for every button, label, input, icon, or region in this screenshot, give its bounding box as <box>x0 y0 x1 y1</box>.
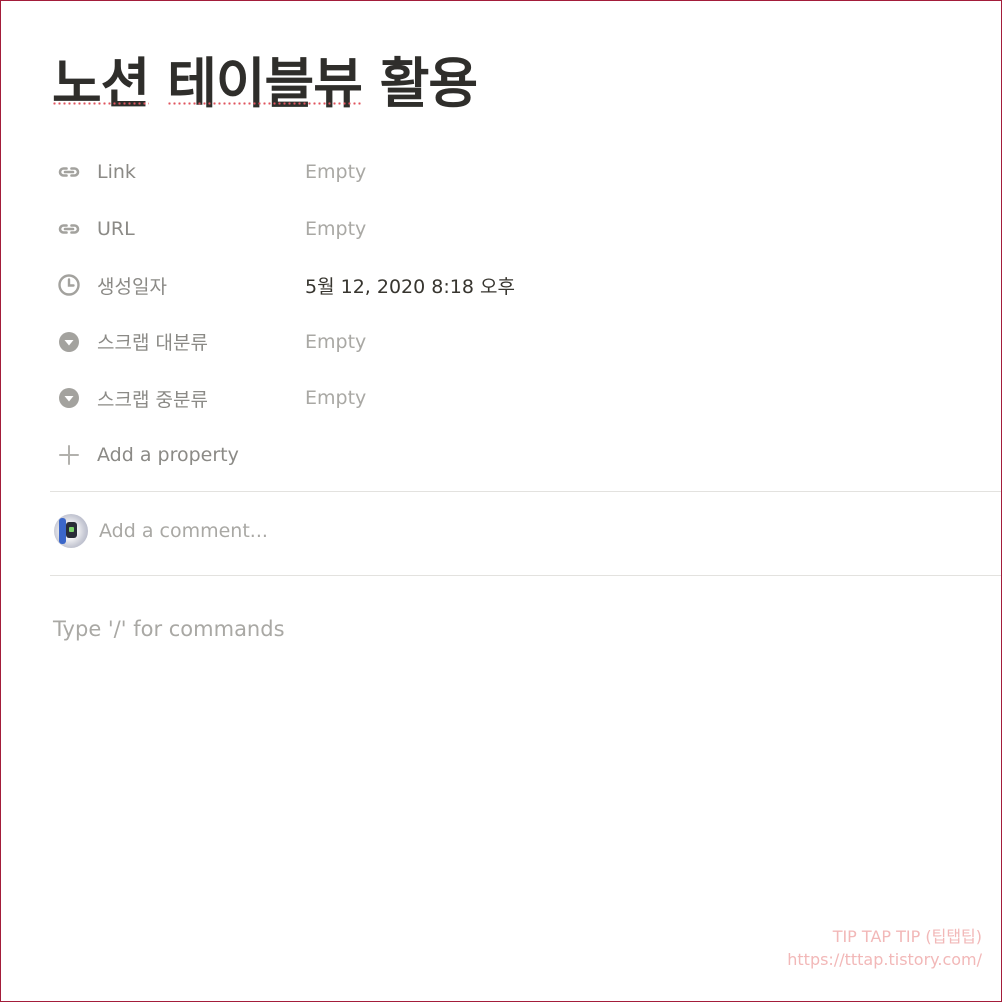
property-value[interactable]: Empty <box>305 161 366 183</box>
property-value[interactable]: Empty <box>305 218 366 240</box>
plus-icon <box>52 443 88 467</box>
comment-row[interactable]: Add a comment... <box>52 511 268 551</box>
link-icon <box>52 160 88 184</box>
editor-placeholder[interactable]: Type '/' for commands <box>53 617 285 641</box>
page-title[interactable]: 노션 테이블뷰 활용 <box>52 44 478 124</box>
add-property-label: Add a property <box>97 443 239 466</box>
comment-input[interactable]: Add a comment... <box>99 520 268 542</box>
add-property-button[interactable]: Add a property <box>52 427 992 483</box>
select-icon <box>52 330 88 354</box>
property-row-url[interactable]: URL Empty <box>52 201 992 258</box>
select-icon <box>52 386 88 410</box>
watermark-line: TIP TAP TIP (팁탭팁) <box>832 927 982 946</box>
property-row-sub-category[interactable]: 스크랩 중분류 Empty <box>52 370 992 427</box>
property-value[interactable]: Empty <box>305 387 366 409</box>
title-word: 활용 <box>379 52 478 115</box>
property-name[interactable]: 스크랩 중분류 <box>88 385 305 412</box>
watermark: TIP TAP TIP (팁탭팁) https://tttap.tistory.… <box>787 925 982 971</box>
title-word: 노션 <box>52 52 150 115</box>
clock-icon <box>52 273 88 297</box>
title-word: 테이블뷰 <box>167 52 363 115</box>
property-name[interactable]: 스크랩 대분류 <box>88 328 305 355</box>
property-value: 5월 12, 2020 8:18 오후 <box>305 275 515 298</box>
link-icon <box>52 217 88 241</box>
divider <box>50 575 1002 576</box>
property-row-created-date[interactable]: 생성일자 5월 12, 2020 8:18 오후 <box>52 257 992 314</box>
property-value[interactable]: Empty <box>305 331 366 353</box>
property-name[interactable]: 생성일자 <box>88 272 305 299</box>
property-name[interactable]: Link <box>88 161 305 183</box>
watermark-line: https://tttap.tistory.com/ <box>787 950 982 969</box>
divider <box>50 491 1002 492</box>
avatar <box>54 514 88 548</box>
properties-list: Link Empty URL Empty 생성일자 5월 12, 2020 8:… <box>52 144 992 483</box>
property-row-main-category[interactable]: 스크랩 대분류 Empty <box>52 314 992 371</box>
property-name[interactable]: URL <box>88 218 305 240</box>
property-row-link[interactable]: Link Empty <box>52 144 992 201</box>
